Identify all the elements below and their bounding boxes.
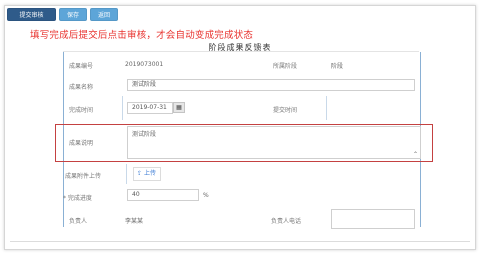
description-label: 成果说明 xyxy=(69,140,94,147)
dialog-frame: 提交审核 保存 返回 填写完成后提交后点击审核，才会自动变成完成状态 阶段成果反… xyxy=(4,5,476,250)
instruction-tip: 填写完成后提交后点击审核，才会自动变成完成状态 xyxy=(30,30,254,41)
name-label: 成果名称 xyxy=(69,84,94,91)
code-value: 2019073001 xyxy=(125,61,164,68)
name-input[interactable]: 测试阶段 xyxy=(127,79,415,91)
phone-label: 负责人电话 xyxy=(271,218,302,225)
bottom-divider xyxy=(10,241,470,242)
resize-handle-icon[interactable]: ⌃ xyxy=(413,151,418,158)
submit-time-label: 提交时间 xyxy=(273,107,298,114)
person-value: 李某某 xyxy=(125,218,144,225)
title-divider xyxy=(63,51,419,52)
progress-input[interactable]: 40 xyxy=(127,189,199,201)
upload-button[interactable]: ⇪ 上传 xyxy=(133,167,161,181)
save-button[interactable]: 保存 xyxy=(59,8,87,21)
cell-divider xyxy=(126,164,127,184)
description-textarea[interactable]: 测试阶段 ⌃ xyxy=(127,126,421,159)
progress-label: * 完成进度 xyxy=(63,195,92,202)
calendar-icon[interactable]: ▦ xyxy=(173,102,185,113)
back-button[interactable]: 返回 xyxy=(90,8,118,21)
upload-label: 上传 xyxy=(143,170,156,177)
stage-value: 阶段 xyxy=(331,63,344,70)
attachment-label: 成果附件上传 xyxy=(65,173,102,180)
date-input[interactable]: 2019-07-31 xyxy=(127,102,173,114)
cell-divider xyxy=(122,96,123,120)
description-text: 测试阶段 xyxy=(132,131,157,138)
submit-review-button[interactable]: 提交审核 xyxy=(7,8,56,21)
code-label: 成果编号 xyxy=(69,63,94,70)
percent-unit: % xyxy=(203,192,209,199)
upload-icon: ⇪ xyxy=(137,170,143,177)
phone-input[interactable] xyxy=(331,209,415,229)
toolbar: 提交审核 保存 返回 xyxy=(7,8,118,22)
stage-label: 所属阶段 xyxy=(273,63,298,70)
person-label: 负责人 xyxy=(69,218,88,225)
cell-divider xyxy=(326,96,327,120)
date-label: 完成时间 xyxy=(69,107,94,114)
